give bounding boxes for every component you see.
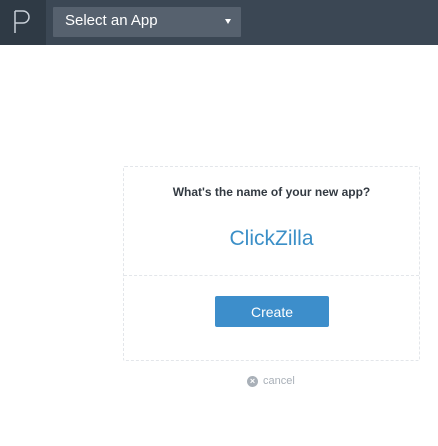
name-section: What's the name of your new app? [124,167,419,276]
app-select-value: Select an App [65,12,158,29]
top-bar: Select an App [0,0,438,45]
app-name-input[interactable] [154,222,389,256]
app-select-dropdown[interactable]: Select an App [53,7,241,37]
caret-down-icon [225,19,231,24]
x-circle-icon: × [247,375,258,387]
cancel-link[interactable]: × cancel [247,375,295,387]
p-logo-icon [14,10,30,33]
cancel-label: cancel [263,375,295,387]
logo[interactable] [0,0,46,45]
new-app-card: What's the name of your new app? Create [123,166,420,361]
app-name-prompt: What's the name of your new app? [172,185,371,199]
create-button[interactable]: Create [215,296,329,327]
